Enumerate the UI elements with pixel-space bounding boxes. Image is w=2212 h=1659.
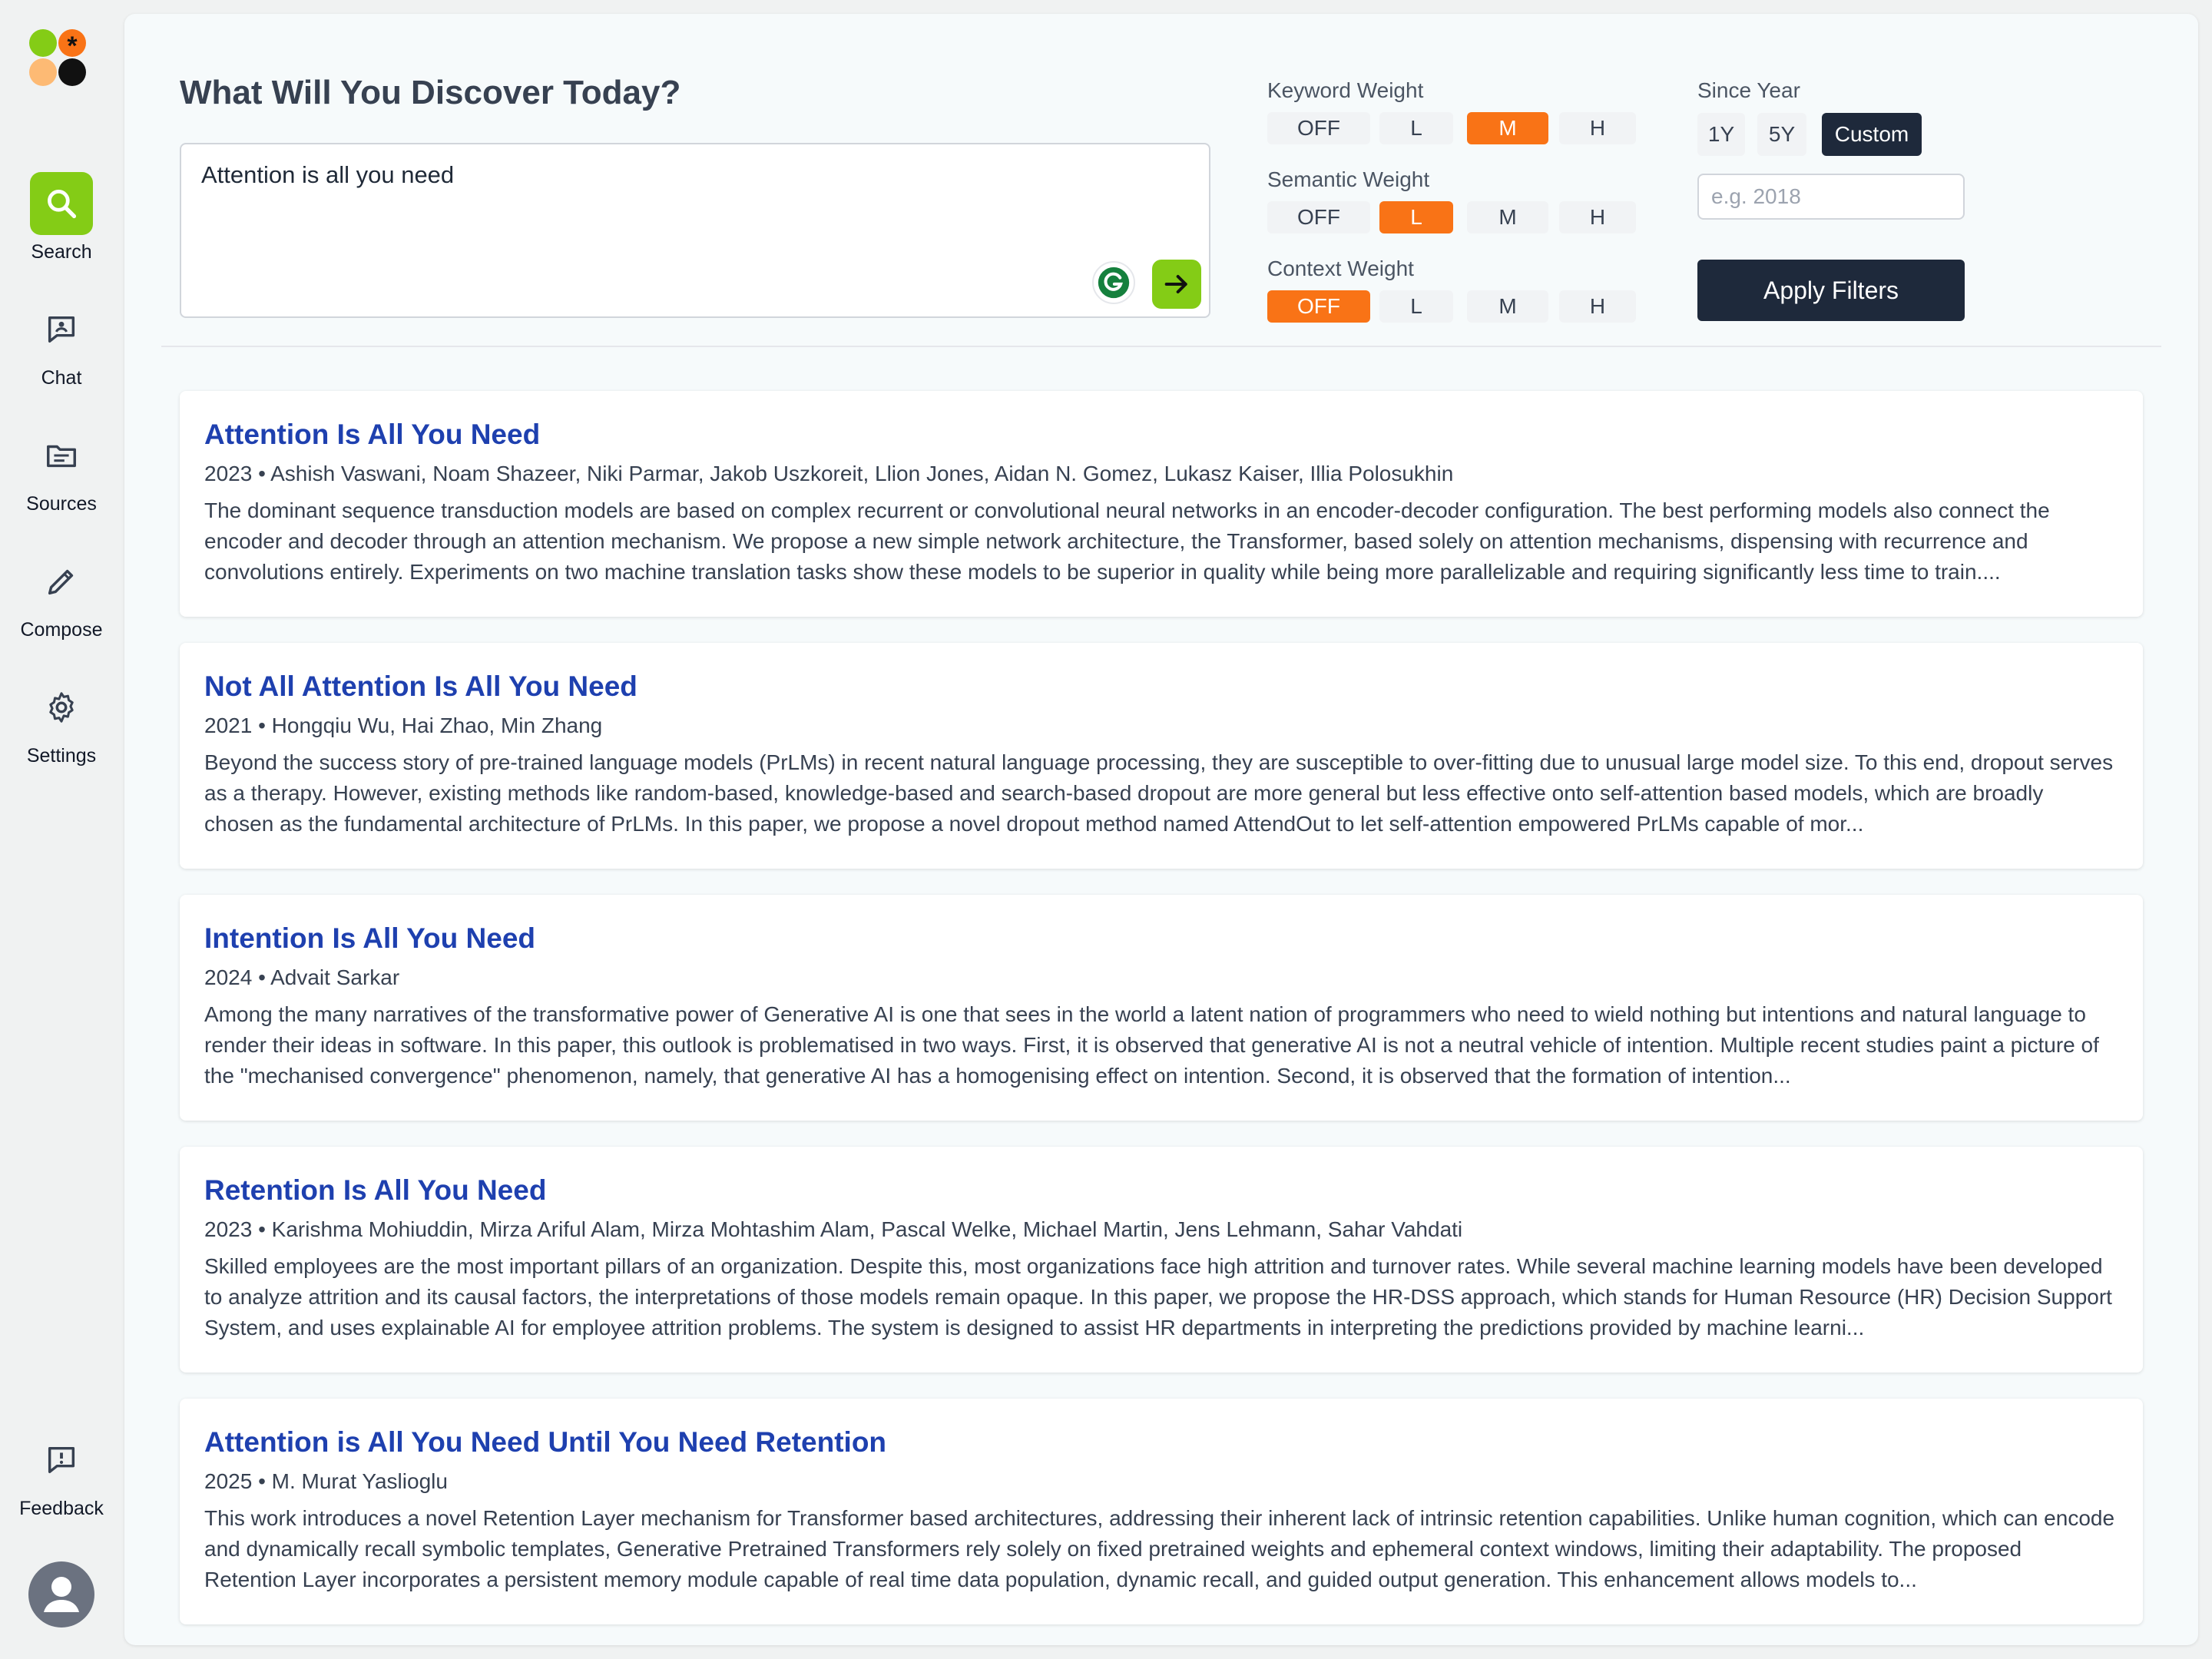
app-logo[interactable]: *	[29, 29, 91, 91]
pencil-icon	[30, 550, 93, 613]
result-title-link[interactable]: Attention Is All You Need	[204, 419, 2118, 451]
result-card: Not All Attention Is All You Need 2021 •…	[180, 643, 2143, 869]
sidebar: * Search Chat Sources Compose Settings F…	[0, 0, 123, 1659]
semantic-weight-label: Semantic Weight	[1267, 167, 1430, 191]
semantic-weight-m[interactable]: M	[1467, 201, 1548, 233]
chat-icon	[30, 298, 93, 361]
keyword-weight-l[interactable]: L	[1379, 112, 1453, 144]
nav-search[interactable]: Search	[0, 172, 123, 263]
keyword-weight-m[interactable]: M	[1467, 112, 1548, 144]
search-query-text[interactable]: Attention is all you need	[201, 161, 454, 189]
result-title-link[interactable]: Retention Is All You Need	[204, 1174, 2118, 1207]
nav-sources[interactable]: Sources	[0, 424, 123, 515]
arrow-right-icon	[1164, 275, 1187, 293]
grammarly-icon[interactable]	[1092, 261, 1135, 304]
nav-feedback-label: Feedback	[19, 1498, 104, 1519]
context-weight-off[interactable]: OFF	[1267, 290, 1370, 323]
keyword-weight-label: Keyword Weight	[1267, 78, 1424, 102]
result-card: Retention Is All You Need 2023 • Karishm…	[180, 1147, 2143, 1373]
context-weight-l[interactable]: L	[1379, 290, 1453, 323]
result-card: Intention Is All You Need 2024 • Advait …	[180, 895, 2143, 1121]
context-weight-h[interactable]: H	[1559, 290, 1636, 323]
result-title-link[interactable]: Intention Is All You Need	[204, 922, 2118, 955]
logo-dot-peach	[29, 58, 57, 86]
submit-search-button[interactable]	[1152, 260, 1201, 309]
since-year-label: Since Year	[1697, 78, 1800, 102]
since-year-input[interactable]	[1697, 174, 1965, 220]
search-icon	[30, 172, 93, 235]
semantic-weight-l[interactable]: L	[1379, 201, 1453, 233]
logo-dot-orange-asterisk: *	[58, 29, 86, 61]
nav-compose[interactable]: Compose	[0, 550, 123, 641]
result-abstract: This work introduces a novel Retention L…	[204, 1506, 2115, 1591]
logo-dot-black	[58, 58, 86, 86]
result-title-link[interactable]: Not All Attention Is All You Need	[204, 671, 2118, 703]
result-abstract: Beyond the success story of pre-trained …	[204, 750, 2114, 836]
user-avatar-icon[interactable]	[28, 1561, 94, 1628]
search-query-input[interactable]: Attention is all you need	[180, 143, 1210, 318]
folder-icon	[30, 424, 93, 487]
apply-filters-button[interactable]: Apply Filters	[1697, 260, 1965, 321]
logo-dot-green	[29, 29, 57, 57]
header-divider	[161, 346, 2161, 347]
semantic-weight-off[interactable]: OFF	[1267, 201, 1370, 233]
result-abstract: The dominant sequence transduction model…	[204, 498, 2050, 584]
result-card: Attention is All You Need Until You Need…	[180, 1399, 2143, 1624]
result-meta: 2021 • Hongqiu Wu, Hai Zhao, Min Zhang	[204, 714, 603, 737]
context-weight-m[interactable]: M	[1467, 290, 1548, 323]
nav-settings-label: Settings	[26, 745, 97, 767]
result-meta: 2023 • Karishma Mohiuddin, Mirza Ariful …	[204, 1217, 1463, 1241]
keyword-weight-off[interactable]: OFF	[1267, 112, 1370, 144]
result-card: Attention Is All You Need 2023 • Ashish …	[180, 391, 2143, 617]
result-abstract: Among the many narratives of the transfo…	[204, 1002, 2099, 1088]
since-year-5y[interactable]: 5Y	[1757, 113, 1806, 156]
feedback-icon	[30, 1429, 93, 1492]
result-title-link[interactable]: Attention is All You Need Until You Need…	[204, 1426, 2118, 1459]
page-title: What Will You Discover Today?	[180, 74, 681, 111]
context-weight-label: Context Weight	[1267, 257, 1414, 280]
result-meta: 2025 • M. Murat Yaslioglu	[204, 1469, 448, 1493]
result-meta: 2023 • Ashish Vaswani, Noam Shazeer, Nik…	[204, 462, 1454, 485]
nav-chat[interactable]: Chat	[0, 298, 123, 389]
nav-chat-label: Chat	[41, 367, 82, 389]
semantic-weight-h[interactable]: H	[1559, 201, 1636, 233]
nav-sources-label: Sources	[26, 493, 97, 515]
nav-compose-label: Compose	[20, 619, 103, 641]
result-abstract: Skilled employees are the most important…	[204, 1254, 2112, 1339]
nav-settings[interactable]: Settings	[0, 676, 123, 767]
keyword-weight-h[interactable]: H	[1559, 112, 1636, 144]
since-year-custom[interactable]: Custom	[1822, 113, 1922, 156]
gear-icon	[30, 676, 93, 739]
result-meta: 2024 • Advait Sarkar	[204, 965, 400, 989]
main-panel: What Will You Discover Today? Attention …	[124, 14, 2198, 1645]
since-year-1y[interactable]: 1Y	[1697, 113, 1745, 156]
nav-search-label: Search	[31, 241, 92, 263]
nav-feedback[interactable]: Feedback	[0, 1429, 123, 1520]
